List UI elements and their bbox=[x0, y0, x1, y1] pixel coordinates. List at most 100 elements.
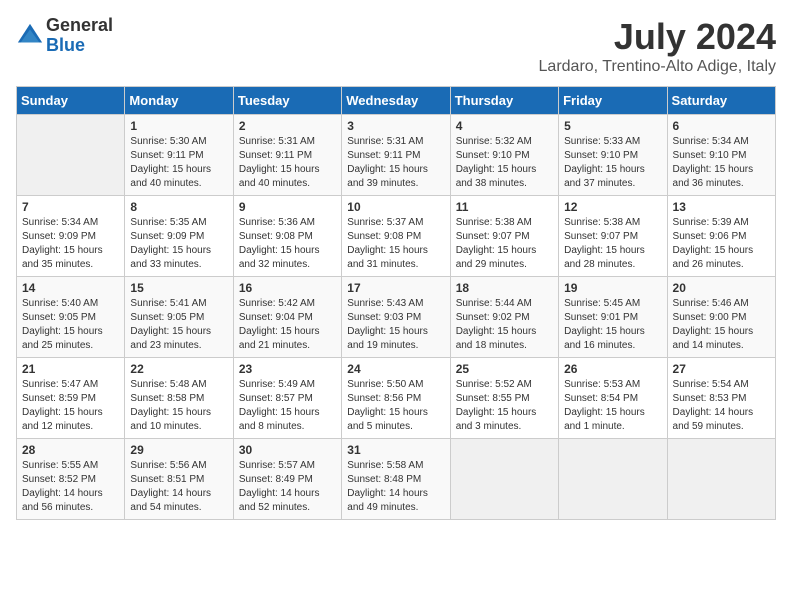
day-number: 8 bbox=[130, 200, 227, 214]
calendar-cell: 28Sunrise: 5:55 AMSunset: 8:52 PMDayligh… bbox=[17, 439, 125, 520]
daylight: Daylight: 15 hours and 21 minutes. bbox=[239, 326, 320, 351]
day-info: Sunrise: 5:49 AMSunset: 8:57 PMDaylight:… bbox=[239, 378, 336, 434]
day-info: Sunrise: 5:38 AMSunset: 9:07 PMDaylight:… bbox=[564, 216, 661, 272]
page-header: General Blue July 2024 Lardaro, Trentino… bbox=[16, 16, 776, 76]
sunset: Sunset: 9:06 PM bbox=[673, 231, 747, 242]
day-number: 16 bbox=[239, 281, 336, 295]
week-row-3: 14 Sunrise: 5:40 AMSunset: 9:05 PMDayligh… bbox=[17, 277, 776, 358]
day-number: 22 bbox=[130, 362, 227, 376]
day-info: Sunrise: 5:30 AMSunset: 9:11 PMDaylight:… bbox=[130, 135, 227, 191]
calendar-header-row: SundayMondayTuesdayWednesdayThursdayFrid… bbox=[17, 87, 776, 115]
calendar-cell: 24Sunrise: 5:50 AMSunset: 8:56 PMDayligh… bbox=[342, 358, 450, 439]
day-number: 17 bbox=[347, 281, 444, 295]
day-number: 19 bbox=[564, 281, 661, 295]
day-info: Sunrise: 5:55 AMSunset: 8:52 PMDaylight:… bbox=[22, 459, 119, 515]
column-header-wednesday: Wednesday bbox=[342, 87, 450, 115]
sunset: Sunset: 9:05 PM bbox=[130, 312, 204, 323]
calendar-cell bbox=[559, 439, 667, 520]
day-info: Sunrise: 5:58 AMSunset: 8:48 PMDaylight:… bbox=[347, 459, 444, 515]
calendar-cell: 12 Sunrise: 5:38 AMSunset: 9:07 PMDayligh… bbox=[559, 196, 667, 277]
sunset: Sunset: 9:09 PM bbox=[22, 231, 96, 242]
sunrise: Sunrise: 5:37 AM bbox=[347, 217, 423, 228]
calendar-cell: 6Sunrise: 5:34 AMSunset: 9:10 PMDaylight… bbox=[667, 115, 775, 196]
sunset: Sunset: 8:48 PM bbox=[347, 474, 421, 485]
day-info: Sunrise: 5:45 AMSunset: 9:01 PMDaylight:… bbox=[564, 297, 661, 353]
sunset: Sunset: 8:53 PM bbox=[673, 393, 747, 404]
day-info: Sunrise: 5:50 AMSunset: 8:56 PMDaylight:… bbox=[347, 378, 444, 434]
daylight: Daylight: 15 hours and 19 minutes. bbox=[347, 326, 428, 351]
sunset: Sunset: 9:09 PM bbox=[130, 231, 204, 242]
day-info: Sunrise: 5:36 AMSunset: 9:08 PMDaylight:… bbox=[239, 216, 336, 272]
day-number: 18 bbox=[456, 281, 553, 295]
sunrise: Sunrise: 5:31 AM bbox=[347, 136, 423, 147]
daylight: Daylight: 15 hours and 25 minutes. bbox=[22, 326, 103, 351]
daylight: Daylight: 15 hours and 26 minutes. bbox=[673, 245, 754, 270]
day-info: Sunrise: 5:31 AMSunset: 9:11 PMDaylight:… bbox=[239, 135, 336, 191]
calendar-cell: 27Sunrise: 5:54 AMSunset: 8:53 PMDayligh… bbox=[667, 358, 775, 439]
sunset: Sunset: 8:54 PM bbox=[564, 393, 638, 404]
day-info: Sunrise: 5:40 AMSunset: 9:05 PMDaylight:… bbox=[22, 297, 119, 353]
calendar-cell: 14 Sunrise: 5:40 AMSunset: 9:05 PMDayligh… bbox=[17, 277, 125, 358]
sunrise: Sunrise: 5:54 AM bbox=[673, 379, 749, 390]
logo: General Blue bbox=[16, 16, 113, 56]
calendar-cell: 3Sunrise: 5:31 AMSunset: 9:11 PMDaylight… bbox=[342, 115, 450, 196]
daylight: Daylight: 15 hours and 18 minutes. bbox=[456, 326, 537, 351]
day-info: Sunrise: 5:53 AMSunset: 8:54 PMDaylight:… bbox=[564, 378, 661, 434]
day-number: 14 bbox=[22, 281, 119, 295]
calendar-cell: 15Sunrise: 5:41 AMSunset: 9:05 PMDayligh… bbox=[125, 277, 233, 358]
day-number: 23 bbox=[239, 362, 336, 376]
sunrise: Sunrise: 5:46 AM bbox=[673, 298, 749, 309]
daylight: Daylight: 15 hours and 38 minutes. bbox=[456, 164, 537, 189]
sunrise: Sunrise: 5:31 AM bbox=[239, 136, 315, 147]
day-info: Sunrise: 5:48 AMSunset: 8:58 PMDaylight:… bbox=[130, 378, 227, 434]
day-number: 12 bbox=[564, 200, 661, 214]
calendar-cell: 9Sunrise: 5:36 AMSunset: 9:08 PMDaylight… bbox=[233, 196, 341, 277]
day-info: Sunrise: 5:54 AM Sunset: 8:53 PM Daylight:… bbox=[673, 378, 770, 434]
sunrise: Sunrise: 5:35 AM bbox=[130, 217, 206, 228]
sunset: Sunset: 8:59 PM bbox=[22, 393, 96, 404]
daylight: Daylight: 15 hours and 14 minutes. bbox=[673, 326, 754, 351]
location-title: Lardaro, Trentino-Alto Adige, Italy bbox=[539, 58, 776, 76]
sunset: Sunset: 9:10 PM bbox=[564, 150, 638, 161]
sunrise: Sunrise: 5:33 AM bbox=[564, 136, 640, 147]
day-number: 21 bbox=[22, 362, 119, 376]
daylight: Daylight: 14 hours and 59 minutes. bbox=[673, 407, 754, 432]
day-number: 7 bbox=[22, 200, 119, 214]
sunrise: Sunrise: 5:50 AM bbox=[347, 379, 423, 390]
calendar-cell: 16Sunrise: 5:42 AMSunset: 9:04 PMDayligh… bbox=[233, 277, 341, 358]
calendar-cell: 17Sunrise: 5:43 AMSunset: 9:03 PMDayligh… bbox=[342, 277, 450, 358]
sunset: Sunset: 9:03 PM bbox=[347, 312, 421, 323]
sunrise: Sunrise: 5:55 AM bbox=[22, 460, 98, 471]
day-number: 31 bbox=[347, 443, 444, 457]
column-header-sunday: Sunday bbox=[17, 87, 125, 115]
sunset: Sunset: 9:05 PM bbox=[22, 312, 96, 323]
calendar-cell: 10Sunrise: 5:37 AMSunset: 9:08 PMDayligh… bbox=[342, 196, 450, 277]
daylight: Daylight: 15 hours and 40 minutes. bbox=[130, 164, 211, 189]
column-header-thursday: Thursday bbox=[450, 87, 558, 115]
calendar-cell: 8 Sunrise: 5:35 AM Sunset: 9:09 PM Daylight… bbox=[125, 196, 233, 277]
logo-icon bbox=[16, 22, 44, 50]
sunrise: Sunrise: 5:39 AM bbox=[673, 217, 749, 228]
day-info: Sunrise: 5:56 AMSunset: 8:51 PMDaylight:… bbox=[130, 459, 227, 515]
daylight: Daylight: 15 hours and 33 minutes. bbox=[130, 245, 211, 270]
calendar-cell: 11Sunrise: 5:38 AMSunset: 9:07 PMDayligh… bbox=[450, 196, 558, 277]
column-header-monday: Monday bbox=[125, 87, 233, 115]
sunrise: Sunrise: 5:57 AM bbox=[239, 460, 315, 471]
calendar-cell: 20Sunrise: 5:46 AMSunset: 9:00 PMDayligh… bbox=[667, 277, 775, 358]
day-number: 2 bbox=[239, 119, 336, 133]
day-number: 5 bbox=[564, 119, 661, 133]
daylight: Daylight: 15 hours and 39 minutes. bbox=[347, 164, 428, 189]
week-row-2: 7Sunrise: 5:34 AMSunset: 9:09 PMDaylight… bbox=[17, 196, 776, 277]
day-number: 20 bbox=[673, 281, 770, 295]
day-info: Sunrise: 5:39 AM Sunset: 9:06 PM Daylight:… bbox=[673, 216, 770, 272]
calendar-cell: 5Sunrise: 5:33 AMSunset: 9:10 PMDaylight… bbox=[559, 115, 667, 196]
daylight: Daylight: 15 hours and 16 minutes. bbox=[564, 326, 645, 351]
daylight: Daylight: 15 hours and 40 minutes. bbox=[239, 164, 320, 189]
calendar-cell: 1Sunrise: 5:30 AMSunset: 9:11 PMDaylight… bbox=[125, 115, 233, 196]
sunrise: Sunrise: 5:41 AM bbox=[130, 298, 206, 309]
day-number: 11 bbox=[456, 200, 553, 214]
day-info: Sunrise: 5:33 AMSunset: 9:10 PMDaylight:… bbox=[564, 135, 661, 191]
day-number: 26 bbox=[564, 362, 661, 376]
day-number: 13 bbox=[673, 200, 770, 214]
daylight: Daylight: 15 hours and 5 minutes. bbox=[347, 407, 428, 432]
